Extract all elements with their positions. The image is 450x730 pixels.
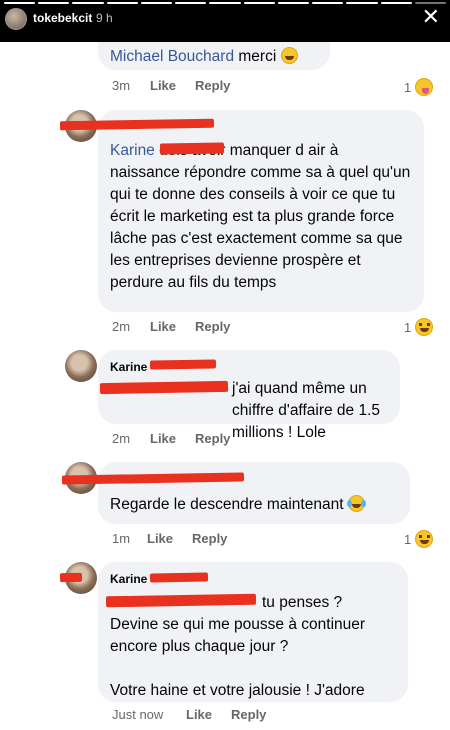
comment-text: Karine dois avoir manquer d air à naissa… (110, 142, 411, 291)
like-button[interactable]: Like (150, 78, 176, 93)
story-header: tokebekcit 9 h ✕ (0, 0, 450, 42)
comment-bubble: Karine tu penses ? Devine se qui me pous… (98, 562, 408, 702)
reply-button[interactable]: Reply (195, 431, 230, 446)
laughing-tears-emoji-icon (346, 495, 366, 512)
comment-time: 2m (112, 319, 131, 334)
comment-actions: 3m Like Reply (112, 78, 249, 93)
comment-actions: Just now Like Reply (112, 707, 285, 722)
reply-button[interactable]: Reply (192, 531, 227, 546)
close-icon[interactable]: ✕ (422, 6, 440, 28)
comment-text: Michael Bouchard merci (110, 46, 318, 68)
comment-actions: 2m Like Reply (112, 431, 249, 446)
reaction-summary[interactable]: 1 (404, 530, 434, 548)
comment-bubble: Michael Bouchard merci (98, 42, 330, 70)
like-button[interactable]: Like (150, 431, 176, 446)
reaction-summary[interactable]: 1 (404, 78, 434, 96)
comment-bubble: Karine dois avoir manquer d air à naissa… (98, 110, 424, 312)
comments-screenshot: Michael Bouchard merci 3m Like Reply 1 K… (0, 42, 450, 730)
reaction-summary[interactable]: 1 (404, 318, 434, 336)
comment-time: 1m (112, 531, 131, 546)
redaction-mark (159, 142, 225, 155)
redaction-mark (99, 380, 229, 395)
comment-actions: 2m Like Reply (112, 319, 249, 334)
comment-text: Regarde le descendre maintenant (110, 494, 398, 516)
story-username[interactable]: tokebekcit (33, 11, 92, 25)
story-avatar[interactable] (5, 8, 27, 30)
like-button[interactable]: Like (147, 531, 173, 546)
redaction-mark (149, 359, 217, 370)
reply-button[interactable]: Reply (231, 707, 266, 722)
redaction-mark (149, 572, 209, 583)
comment-text: tu penses ? Devine se qui me pousse à co… (110, 594, 366, 699)
comment-actions: 1m Like Reply (112, 531, 246, 546)
smile-emoji-icon (280, 47, 298, 64)
reaction-count: 1 (404, 319, 412, 335)
laughing-emoji-icon (415, 530, 434, 548)
tongue-emoji-icon (415, 78, 434, 96)
avatar[interactable] (65, 350, 97, 382)
comment-time: Just now (112, 707, 164, 722)
like-button[interactable]: Like (186, 707, 212, 722)
comment-time: 2m (112, 431, 131, 446)
comment-bubble: Regarde le descendre maintenant (98, 462, 410, 524)
reaction-count: 1 (404, 531, 412, 547)
story-progress-bar (4, 2, 447, 4)
laughing-emoji-icon (415, 318, 434, 336)
reply-button[interactable]: Reply (195, 78, 230, 93)
mention-link[interactable]: Karine (110, 142, 155, 159)
story-timestamp: 9 h (96, 11, 113, 25)
redaction-mark (59, 572, 83, 583)
reaction-count: 1 (404, 79, 412, 95)
comment-time: 3m (112, 78, 131, 93)
like-button[interactable]: Like (150, 319, 176, 334)
mention-link[interactable]: Michael Bouchard (110, 48, 234, 65)
reply-button[interactable]: Reply (195, 319, 230, 334)
